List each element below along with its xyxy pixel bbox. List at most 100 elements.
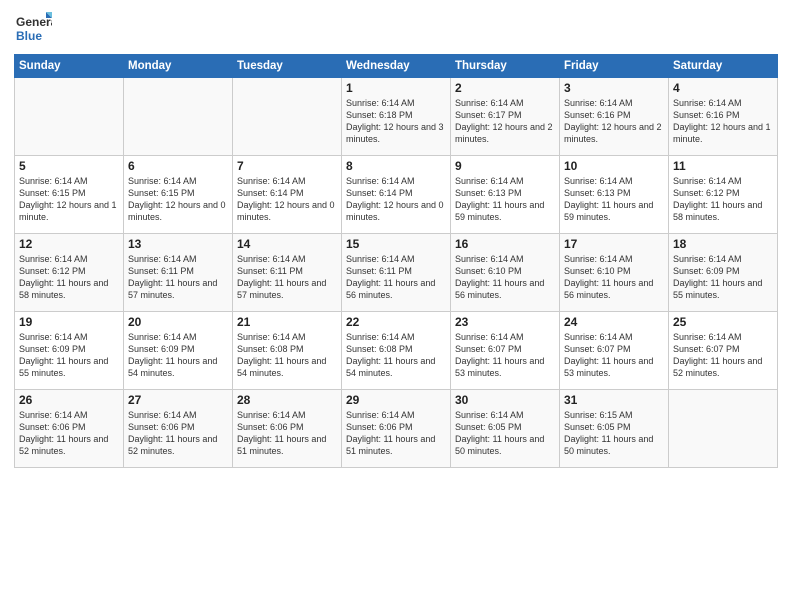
calendar-cell: 20 Sunrise: 6:14 AM Sunset: 6:09 PM Dayli… — [124, 312, 233, 390]
day-header-saturday: Saturday — [669, 55, 778, 78]
week-row-3: 12 Sunrise: 6:14 AM Sunset: 6:12 PM Dayli… — [15, 234, 778, 312]
calendar-cell: 27 Sunrise: 6:14 AM Sunset: 6:06 PM Dayli… — [124, 390, 233, 468]
day-number: 18 — [673, 237, 773, 251]
day-number: 15 — [346, 237, 446, 251]
day-info: Sunrise: 6:14 AM Sunset: 6:16 PM Dayligh… — [564, 97, 664, 146]
day-number: 29 — [346, 393, 446, 407]
day-info: Sunrise: 6:14 AM Sunset: 6:06 PM Dayligh… — [19, 409, 119, 458]
day-number: 17 — [564, 237, 664, 251]
calendar-cell: 18 Sunrise: 6:14 AM Sunset: 6:09 PM Dayli… — [669, 234, 778, 312]
day-info: Sunrise: 6:14 AM Sunset: 6:11 PM Dayligh… — [128, 253, 228, 302]
day-info: Sunrise: 6:14 AM Sunset: 6:17 PM Dayligh… — [455, 97, 555, 146]
week-row-4: 19 Sunrise: 6:14 AM Sunset: 6:09 PM Dayli… — [15, 312, 778, 390]
logo: General Blue — [14, 10, 52, 48]
day-info: Sunrise: 6:14 AM Sunset: 6:07 PM Dayligh… — [673, 331, 773, 380]
day-info: Sunrise: 6:14 AM Sunset: 6:06 PM Dayligh… — [237, 409, 337, 458]
day-number: 26 — [19, 393, 119, 407]
day-number: 10 — [564, 159, 664, 173]
calendar-cell: 26 Sunrise: 6:14 AM Sunset: 6:06 PM Dayli… — [15, 390, 124, 468]
day-info: Sunrise: 6:14 AM Sunset: 6:09 PM Dayligh… — [128, 331, 228, 380]
day-info: Sunrise: 6:14 AM Sunset: 6:07 PM Dayligh… — [455, 331, 555, 380]
calendar-cell: 2Sunrise: 6:14 AM Sunset: 6:17 PM Daylig… — [451, 78, 560, 156]
calendar-cell: 6Sunrise: 6:14 AM Sunset: 6:15 PM Daylig… — [124, 156, 233, 234]
day-number: 28 — [237, 393, 337, 407]
day-number: 9 — [455, 159, 555, 173]
day-info: Sunrise: 6:14 AM Sunset: 6:07 PM Dayligh… — [564, 331, 664, 380]
day-header-monday: Monday — [124, 55, 233, 78]
calendar-cell: 30 Sunrise: 6:14 AM Sunset: 6:05 PM Dayli… — [451, 390, 560, 468]
calendar-cell: 11Sunrise: 6:14 AM Sunset: 6:12 PM Dayli… — [669, 156, 778, 234]
calendar-cell: 17 Sunrise: 6:14 AM Sunset: 6:10 PM Dayli… — [560, 234, 669, 312]
day-number: 19 — [19, 315, 119, 329]
calendar-table: SundayMondayTuesdayWednesdayThursdayFrid… — [14, 54, 778, 468]
day-info: Sunrise: 6:14 AM Sunset: 6:12 PM Dayligh… — [19, 253, 119, 302]
calendar-header-row: SundayMondayTuesdayWednesdayThursdayFrid… — [15, 55, 778, 78]
day-number: 1 — [346, 81, 446, 95]
day-header-tuesday: Tuesday — [233, 55, 342, 78]
day-info: Sunrise: 6:14 AM Sunset: 6:18 PM Dayligh… — [346, 97, 446, 146]
day-info: Sunrise: 6:14 AM Sunset: 6:09 PM Dayligh… — [673, 253, 773, 302]
day-number: 6 — [128, 159, 228, 173]
day-info: Sunrise: 6:14 AM Sunset: 6:11 PM Dayligh… — [237, 253, 337, 302]
day-info: Sunrise: 6:14 AM Sunset: 6:11 PM Dayligh… — [346, 253, 446, 302]
day-number: 3 — [564, 81, 664, 95]
calendar-cell: 8 Sunrise: 6:14 AM Sunset: 6:14 PM Daylig… — [342, 156, 451, 234]
day-info: Sunrise: 6:14 AM Sunset: 6:06 PM Dayligh… — [346, 409, 446, 458]
day-info: Sunrise: 6:14 AM Sunset: 6:09 PM Dayligh… — [19, 331, 119, 380]
calendar-cell: 3 Sunrise: 6:14 AM Sunset: 6:16 PM Daylig… — [560, 78, 669, 156]
day-info: Sunrise: 6:14 AM Sunset: 6:13 PM Dayligh… — [455, 175, 555, 224]
day-number: 16 — [455, 237, 555, 251]
day-info: Sunrise: 6:14 AM Sunset: 6:16 PM Dayligh… — [673, 97, 773, 146]
day-number: 25 — [673, 315, 773, 329]
calendar-cell: 23 Sunrise: 6:14 AM Sunset: 6:07 PM Dayli… — [451, 312, 560, 390]
calendar-cell: 4 Sunrise: 6:14 AM Sunset: 6:16 PM Daylig… — [669, 78, 778, 156]
day-header-sunday: Sunday — [15, 55, 124, 78]
day-number: 31 — [564, 393, 664, 407]
day-number: 8 — [346, 159, 446, 173]
logo-icon: General Blue — [14, 10, 52, 48]
day-info: Sunrise: 6:14 AM Sunset: 6:10 PM Dayligh… — [564, 253, 664, 302]
calendar-cell — [15, 78, 124, 156]
day-number: 12 — [19, 237, 119, 251]
day-info: Sunrise: 6:14 AM Sunset: 6:14 PM Dayligh… — [346, 175, 446, 224]
day-info: Sunrise: 6:14 AM Sunset: 6:10 PM Dayligh… — [455, 253, 555, 302]
calendar-cell: 28 Sunrise: 6:14 AM Sunset: 6:06 PM Dayli… — [233, 390, 342, 468]
calendar-cell: 7Sunrise: 6:14 AM Sunset: 6:14 PM Daylig… — [233, 156, 342, 234]
calendar-cell: 5Sunrise: 6:14 AM Sunset: 6:15 PM Daylig… — [15, 156, 124, 234]
day-number: 13 — [128, 237, 228, 251]
day-number: 14 — [237, 237, 337, 251]
calendar-cell: 10Sunrise: 6:14 AM Sunset: 6:13 PM Dayli… — [560, 156, 669, 234]
day-number: 11 — [673, 159, 773, 173]
week-row-5: 26 Sunrise: 6:14 AM Sunset: 6:06 PM Dayli… — [15, 390, 778, 468]
day-info: Sunrise: 6:14 AM Sunset: 6:08 PM Dayligh… — [237, 331, 337, 380]
day-header-thursday: Thursday — [451, 55, 560, 78]
day-number: 7 — [237, 159, 337, 173]
day-number: 21 — [237, 315, 337, 329]
calendar-cell — [124, 78, 233, 156]
day-info: Sunrise: 6:15 AM Sunset: 6:05 PM Dayligh… — [564, 409, 664, 458]
calendar-cell: 29 Sunrise: 6:14 AM Sunset: 6:06 PM Dayli… — [342, 390, 451, 468]
calendar-cell: 15 Sunrise: 6:14 AM Sunset: 6:11 PM Dayli… — [342, 234, 451, 312]
day-header-wednesday: Wednesday — [342, 55, 451, 78]
day-number: 23 — [455, 315, 555, 329]
header: General Blue — [14, 10, 778, 48]
calendar-cell: 22 Sunrise: 6:14 AM Sunset: 6:08 PM Dayli… — [342, 312, 451, 390]
day-info: Sunrise: 6:14 AM Sunset: 6:08 PM Dayligh… — [346, 331, 446, 380]
calendar-cell: 13 Sunrise: 6:14 AM Sunset: 6:11 PM Dayli… — [124, 234, 233, 312]
calendar-cell — [669, 390, 778, 468]
calendar-cell: 24 Sunrise: 6:14 AM Sunset: 6:07 PM Dayli… — [560, 312, 669, 390]
day-number: 20 — [128, 315, 228, 329]
day-number: 24 — [564, 315, 664, 329]
day-info: Sunrise: 6:14 AM Sunset: 6:06 PM Dayligh… — [128, 409, 228, 458]
day-number: 30 — [455, 393, 555, 407]
calendar-cell: 19 Sunrise: 6:14 AM Sunset: 6:09 PM Dayli… — [15, 312, 124, 390]
calendar-cell — [233, 78, 342, 156]
calendar-cell: 12 Sunrise: 6:14 AM Sunset: 6:12 PM Dayli… — [15, 234, 124, 312]
calendar-cell: 14 Sunrise: 6:14 AM Sunset: 6:11 PM Dayli… — [233, 234, 342, 312]
day-number: 22 — [346, 315, 446, 329]
day-info: Sunrise: 6:14 AM Sunset: 6:05 PM Dayligh… — [455, 409, 555, 458]
week-row-1: 1 Sunrise: 6:14 AM Sunset: 6:18 PM Daylig… — [15, 78, 778, 156]
day-number: 27 — [128, 393, 228, 407]
day-number: 4 — [673, 81, 773, 95]
calendar-cell: 16 Sunrise: 6:14 AM Sunset: 6:10 PM Dayli… — [451, 234, 560, 312]
